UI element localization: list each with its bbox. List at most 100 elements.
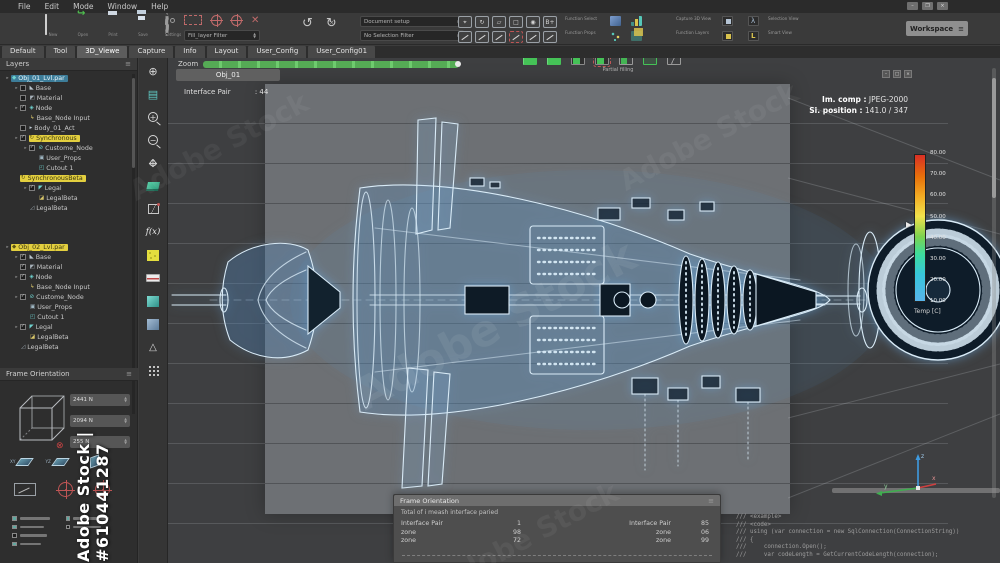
fill-state-cube-icon[interactable] (547, 58, 561, 65)
no-selection-filter-dropdown[interactable]: No Selection Filter ▲▼ (360, 30, 464, 41)
expand-icon[interactable]: ▸ (13, 106, 20, 111)
layer-checkbox[interactable] (20, 254, 26, 260)
tab-info[interactable]: Info (175, 46, 205, 58)
expand-icon[interactable]: ▸ (4, 76, 11, 81)
undo-icon[interactable]: ↺ (302, 16, 313, 48)
tree-item[interactable]: ◪ LegalBeta (0, 332, 130, 342)
expand-icon[interactable]: ▸ (4, 245, 11, 250)
panel-menu-icon[interactable]: ≡ (125, 60, 131, 68)
fill-state-cube-icon[interactable] (523, 58, 537, 65)
tree-item[interactable]: ▸ ⊘Custome_Node (0, 143, 130, 153)
viewport-vertical-scrollbar[interactable] (992, 68, 996, 498)
tree-item[interactable]: ◰ Cutout 1 (0, 312, 130, 322)
tree-item[interactable]: ▸ ◤Legal (0, 322, 130, 332)
document-setup-dropdown[interactable]: Document setup ▲▼ (360, 16, 464, 27)
function-fx-icon[interactable]: f(x) (144, 223, 162, 241)
layer-checkbox[interactable] (20, 85, 26, 91)
expand-icon[interactable]: ▸ (13, 275, 20, 280)
target-select-icon[interactable] (210, 13, 223, 27)
orientation-stepper[interactable]: 2441 N ▲ ▼ (70, 394, 130, 406)
fill-state-cube-icon[interactable] (593, 58, 611, 67)
tree-item[interactable]: ▸ ◤Legal (0, 183, 130, 193)
function-props-tool-icon[interactable] (492, 31, 506, 43)
layer-checkbox[interactable] (20, 105, 26, 111)
panel-menu-icon[interactable]: ≡ (708, 497, 714, 505)
stepper-arrows-icon[interactable]: ▲ ▼ (124, 396, 127, 403)
solid-box-icon[interactable] (144, 177, 162, 195)
crosshair-marker-icon[interactable] (56, 480, 75, 499)
function-select-tool-icon[interactable]: ⌖ (458, 16, 472, 28)
tab-capture[interactable]: Capture (129, 46, 174, 58)
particles-tool-icon[interactable] (610, 31, 621, 41)
tab-tool[interactable]: Tool (45, 46, 76, 58)
slate-layer-icon[interactable] (144, 315, 162, 333)
marquee-select-icon[interactable] (184, 15, 202, 25)
expand-icon[interactable]: ▸ (13, 325, 20, 330)
layer-checkbox[interactable] (20, 264, 26, 270)
tree-item[interactable]: ◪ LegalBeta (0, 193, 130, 203)
layer-checkbox[interactable] (20, 135, 26, 141)
layer-checkbox[interactable] (20, 294, 26, 300)
zoom-slider[interactable] (203, 60, 462, 68)
tree-item[interactable]: ◿ LegalBeta (0, 203, 130, 213)
function-select-tool-icon[interactable]: □ (509, 16, 523, 28)
stepper-arrows-icon[interactable]: ▲ ▼ (124, 417, 127, 424)
expand-icon[interactable]: ▸ (13, 255, 20, 260)
menu-item-file[interactable]: File (18, 2, 31, 11)
function-props-tool-icon[interactable] (475, 31, 489, 43)
new-doc-icon[interactable]: New (42, 14, 64, 45)
tree-item[interactable]: ▣ User_Props (0, 302, 130, 312)
option-checkbox-row[interactable] (12, 516, 50, 521)
option-checkbox-row[interactable] (65, 524, 110, 529)
layer-checkbox[interactable] (20, 95, 26, 101)
tab-layout[interactable]: Layout (206, 46, 247, 58)
fill-state-cube-icon[interactable] (667, 58, 681, 65)
stepper-arrows-icon[interactable]: ▲ ▼ (124, 438, 127, 445)
3d-viewport[interactable]: Zoom Partial filling Obj_01 – □ × Interf… (168, 58, 1000, 563)
menu-item-window[interactable]: Window (108, 2, 138, 11)
function-props-tool-icon[interactable] (509, 31, 523, 43)
function-select-tool-icon[interactable]: ▱ (492, 16, 506, 28)
option-checkbox-row[interactable] (12, 541, 50, 546)
plane-button-xy[interactable]: XY (10, 457, 35, 466)
save-icon[interactable]: Save (132, 15, 154, 45)
yellow-layer-icon[interactable] (144, 246, 162, 264)
viewport-document-tab[interactable]: Obj_01 (176, 69, 280, 81)
target-select2-icon[interactable] (230, 13, 243, 27)
panel-menu-icon[interactable]: ≡ (126, 370, 132, 378)
wire-box-icon[interactable] (144, 200, 162, 218)
brush-tool-icon[interactable] (610, 16, 621, 26)
layer-checkbox[interactable] (20, 324, 26, 330)
tree-item[interactable]: ◩Material (0, 262, 130, 272)
capture-3d-view-icon[interactable] (631, 16, 642, 26)
tree-item[interactable]: ▸ ◣Base (0, 252, 130, 262)
fill-state-cube-icon[interactable] (619, 58, 633, 65)
function-props-tool-icon[interactable] (543, 31, 557, 43)
open-icon[interactable]: Open (72, 15, 94, 45)
function-layers-icon[interactable] (631, 28, 643, 41)
zoom-in-icon[interactable]: + (144, 108, 162, 126)
expand-icon[interactable]: ▸ (13, 295, 20, 300)
tree-item[interactable]: ▸ ⊘Custome_Node (0, 292, 130, 302)
dot-grid-icon[interactable] (144, 361, 162, 379)
tree-item[interactable]: ▸ Body_01_Act (0, 123, 130, 133)
print-icon[interactable]: Print (102, 15, 124, 45)
layers-scrollbar[interactable] (132, 74, 135, 414)
tree-item[interactable]: ◰ Cutout 1 (0, 163, 130, 173)
function-select-tool-icon[interactable]: ↻ (475, 16, 489, 28)
tree-item[interactable]: ▸ ◆ Obj_02_Lvl.par (0, 242, 130, 252)
tree-item[interactable]: ▸ ◣Base (0, 83, 130, 93)
expand-icon[interactable]: ▸ (22, 146, 29, 151)
workspace-button[interactable]: Workspace ≡ (906, 21, 968, 36)
tree-item[interactable]: ↳ Base_Node Input (0, 113, 130, 123)
tree-item[interactable]: ▸ ◈Node (0, 272, 130, 282)
origin-target-icon[interactable]: ⊕ (144, 62, 162, 80)
function-props-tool-icon[interactable] (526, 31, 540, 43)
tree-item[interactable]: ▸ ◆ Obj_01_Lvl.par (0, 73, 130, 83)
plane-button-yz[interactable]: YZ (45, 457, 70, 466)
layer-checkbox[interactable] (29, 185, 35, 191)
viewport-minimize-icon[interactable]: – (882, 70, 890, 78)
tree-item[interactable]: ▣ User_Props (0, 153, 130, 163)
orientation-stepper[interactable]: 2094 N ▲ ▼ (70, 415, 130, 427)
tab-default[interactable]: Default (2, 46, 44, 58)
